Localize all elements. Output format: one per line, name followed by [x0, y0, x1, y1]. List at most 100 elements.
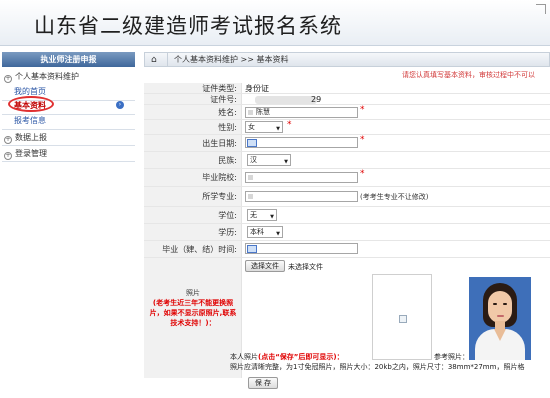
field-label: 出生日期:: [144, 135, 242, 151]
field-label: 照片: [186, 289, 200, 297]
major-note: (考考生专业不让修改): [360, 193, 429, 201]
self-photo-placeholder: [372, 274, 432, 360]
save-button[interactable]: 保 存: [248, 377, 278, 389]
reference-photo: [469, 277, 531, 360]
major-input[interactable]: [245, 191, 358, 202]
row-ethnicity: 民族: 汉 ▼: [144, 152, 550, 169]
sidebar-group-profile[interactable]: + 个人基本资料维护: [2, 69, 135, 84]
expand-icon[interactable]: +: [4, 136, 12, 144]
field-label: 所学专业:: [144, 187, 242, 206]
field-label: 学位:: [144, 207, 242, 223]
grad-time-input[interactable]: [245, 243, 358, 254]
id-number-value: 29: [311, 95, 322, 104]
id-type-value: 身份证: [245, 84, 269, 93]
expand-icon[interactable]: +: [4, 75, 12, 83]
self-photo-caption: 本人照片(点击“保存”后即可显示)：: [230, 352, 344, 362]
row-major: 所学专业: (考考生专业不让修改): [144, 187, 550, 207]
chevron-down-icon: ▼: [284, 159, 288, 165]
birth-input[interactable]: [245, 137, 358, 148]
arrow-right-icon: ›: [116, 101, 124, 109]
page-title: 山东省二级建造师考试报名系统: [34, 14, 342, 38]
row-school: 毕业院校: *: [144, 169, 550, 187]
divider: [2, 161, 135, 162]
required-mark: *: [360, 169, 365, 179]
grad-time-cell: [245, 241, 550, 257]
breadcrumb-path: 个人基本资料维护 >> 基本资料: [174, 55, 289, 64]
sidebar-group-login[interactable]: + 登录管理: [2, 146, 135, 161]
chevron-down-icon: ▼: [276, 126, 280, 132]
expand-icon[interactable]: +: [4, 152, 12, 160]
gender-cell: 女 ▼ *: [245, 120, 550, 134]
field-label: 性别:: [144, 120, 242, 134]
gender-select[interactable]: 女 ▼: [245, 121, 283, 133]
field-label: 毕业院校:: [144, 169, 242, 186]
row-gender: 性别: 女 ▼ *: [144, 120, 550, 135]
row-name: 姓名: 陈慧 *: [144, 105, 550, 120]
photo-requirements: 照片应清晰完整，为1寸免冠照片，照片大小：20kb之内，照片尺寸：38mm*27…: [230, 363, 525, 371]
school-input[interactable]: [245, 172, 358, 183]
corner-decoration: [536, 4, 546, 14]
field-label: 证件号:: [144, 94, 242, 104]
required-mark: *: [360, 135, 365, 145]
sidebar-heading: 执业师注册申报: [2, 52, 135, 67]
field-label: 姓名:: [144, 105, 242, 119]
school-cell: *: [245, 169, 550, 186]
reference-photo-caption: 参考照片：: [434, 353, 469, 361]
field-label: 民族:: [144, 152, 242, 168]
name-input[interactable]: 陈慧: [245, 107, 358, 118]
photo-warning: (老考生近三年不能更换照片，如果不显示原照片,联系技术支持！)：: [149, 299, 237, 327]
calendar-icon[interactable]: [247, 245, 257, 253]
degree-value: 无: [250, 211, 257, 219]
save-row: 保 存: [144, 374, 550, 392]
notice-text: 请您认真填写基本资料，审核过程中不可以: [402, 71, 535, 79]
birth-cell: *: [245, 135, 550, 151]
chevron-down-icon: ▼: [276, 231, 280, 237]
education-cell: 本科 ▼: [245, 224, 550, 240]
self-photo-caption-label: 本人照片: [230, 353, 258, 361]
choose-file-button[interactable]: 选择文件: [245, 260, 285, 272]
required-mark: *: [360, 105, 365, 115]
redacted-id: [255, 96, 317, 104]
name-cell: 陈慧 *: [245, 105, 550, 119]
sidebar-group-label: 个人基本资料维护: [15, 72, 79, 81]
input-icon: [248, 175, 253, 180]
ethnicity-cell: 汉 ▼: [245, 152, 550, 168]
gender-value: 女: [248, 123, 255, 131]
degree-select[interactable]: 无 ▼: [247, 209, 277, 221]
sidebar-item-exam-info[interactable]: 报考信息: [14, 114, 135, 128]
education-select[interactable]: 本科 ▼: [247, 226, 283, 238]
row-degree: 学位: 无 ▼: [144, 207, 550, 224]
field-label: 学历:: [144, 224, 242, 240]
input-icon: [248, 194, 253, 199]
photo-label-cell: 照片 (老考生近三年不能更换照片，如果不显示原照片,联系技术支持！)：: [144, 258, 242, 378]
row-education: 学历: 本科 ▼: [144, 224, 550, 241]
major-cell: (考考生专业不让修改): [245, 187, 550, 206]
divider: [167, 53, 168, 66]
education-value: 本科: [250, 228, 264, 236]
breadcrumb: ⌂ 个人基本资料维护 >> 基本资料: [144, 52, 550, 67]
main-content: ⌂ 个人基本资料维护 >> 基本资料 请您认真填写基本资料，审核过程中不可以 证件…: [144, 52, 550, 398]
ethnicity-select[interactable]: 汉 ▼: [247, 154, 291, 166]
sidebar-group-label: 数据上报: [15, 133, 47, 142]
input-icon: [248, 110, 253, 115]
sidebar-group-label: 登录管理: [15, 149, 47, 158]
sidebar: 执业师注册申报 + 个人基本资料维护 我的首页 基本资料 › 报考信息 + 数据上报…: [0, 52, 137, 398]
name-value: 陈慧: [256, 108, 270, 116]
degree-cell: 无 ▼: [245, 207, 550, 223]
broken-image-icon: [399, 315, 407, 323]
app-header: 山东省二级建造师考试报名系统: [0, 0, 550, 46]
id-number-cell: 29: [245, 94, 550, 104]
file-status: 未选择文件: [288, 263, 323, 271]
row-birth: 出生日期: *: [144, 135, 550, 152]
ethnicity-value: 汉: [250, 156, 257, 164]
row-id-number: 证件号: 29: [144, 94, 550, 105]
sidebar-group-upload[interactable]: + 数据上报: [2, 130, 135, 145]
required-mark: *: [287, 120, 292, 130]
home-icon[interactable]: ⌂: [151, 54, 163, 67]
chevron-down-icon: ▼: [270, 214, 274, 220]
field-label: 证件类型:: [144, 83, 242, 93]
field-label: 毕业（肄、结）时间:: [144, 241, 242, 257]
row-id-type: 证件类型: 身份证: [144, 83, 550, 94]
calendar-icon[interactable]: [247, 139, 257, 147]
highlight-circle: [8, 96, 54, 112]
